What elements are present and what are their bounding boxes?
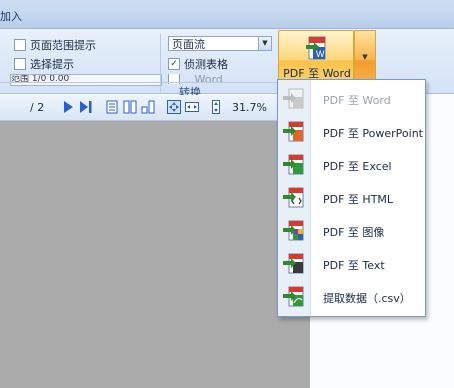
menu-item-label: PDF 至 Word <box>323 94 391 107</box>
next-page-icon[interactable] <box>60 99 76 115</box>
facing-page-icon[interactable] <box>140 99 156 115</box>
checkbox-box[interactable] <box>14 58 26 70</box>
menu-item-pdf-to-excel[interactable]: PDF 至 Excel <box>278 150 425 180</box>
checkbox-box[interactable]: ✓ <box>168 58 180 70</box>
menu-item-label: PDF 至 PowerPoint <box>323 127 423 140</box>
word-doc-icon <box>282 87 306 111</box>
layout-select-value: 页面流 <box>172 38 205 51</box>
checkbox-label: 页面范围提示 <box>30 39 96 52</box>
last-page-icon[interactable] <box>78 99 94 115</box>
menu-item-pdf-to-text[interactable]: PDF 至 Text <box>278 249 425 279</box>
powerpoint-doc-icon <box>282 120 306 144</box>
menu-item-label: PDF 至 Text <box>323 259 385 272</box>
html-doc-icon <box>282 186 306 210</box>
csv-doc-icon <box>282 285 306 309</box>
menu-item-pdf-to-image[interactable]: PDF 至 图像 <box>278 216 425 246</box>
multi-page-icon[interactable] <box>122 99 138 115</box>
layout-select[interactable]: 页面流 ▼ <box>168 36 272 51</box>
checkbox-box[interactable] <box>14 39 26 51</box>
chevron-down-icon[interactable]: ▼ <box>258 37 271 50</box>
menu-item-label: PDF 至 HTML <box>323 193 394 206</box>
checkbox-selection-hint[interactable]: 选择提示 <box>14 56 74 72</box>
menu-item-label: 提取数据（.csv） <box>323 292 411 305</box>
excel-doc-icon <box>282 153 306 177</box>
single-page-icon[interactable] <box>104 99 120 115</box>
checkbox-page-range-hint[interactable]: 页面范围提示 <box>14 37 96 53</box>
zoom-level[interactable]: 31.7% <box>232 101 267 114</box>
fit-page-icon[interactable] <box>166 99 182 115</box>
partial-input-field[interactable]: 范围 1/0 0.00 <box>10 74 162 86</box>
fit-height-icon[interactable] <box>208 99 224 115</box>
menu-item-pdf-to-word[interactable]: PDF 至 Word <box>278 84 425 114</box>
menu-item-label: PDF 至 Excel <box>323 160 392 173</box>
checkbox-detect-table[interactable]: ✓ 侦测表格 <box>168 56 228 72</box>
text-doc-icon <box>282 252 306 276</box>
menu-item-label: PDF 至 图像 <box>323 226 385 239</box>
title-bar: 加入 <box>0 0 454 29</box>
navigation-toolbar: / 2 31.7% <box>0 95 310 121</box>
chevron-down-icon: ▼ <box>362 53 368 61</box>
image-doc-icon <box>282 219 306 243</box>
fit-width-icon[interactable] <box>184 99 200 115</box>
menu-item-extract-csv[interactable]: 提取数据（.csv） <box>278 282 425 312</box>
title-text: 加入 <box>0 10 22 23</box>
menu-item-pdf-to-powerpoint[interactable]: PDF 至 PowerPoint <box>278 117 425 147</box>
convert-dropdown-menu: PDF 至 Word PDF 至 PowerPoint PDF 至 Excel <box>277 79 426 317</box>
pdf-to-word-icon: W <box>305 35 329 66</box>
svg-text:W: W <box>316 49 325 59</box>
checkbox-label: 侦测表格 <box>184 58 228 71</box>
checkbox-label: 选择提示 <box>30 58 74 71</box>
page-count: / 2 <box>30 101 45 114</box>
document-canvas[interactable] <box>0 121 310 388</box>
menu-item-pdf-to-html[interactable]: PDF 至 HTML <box>278 183 425 213</box>
